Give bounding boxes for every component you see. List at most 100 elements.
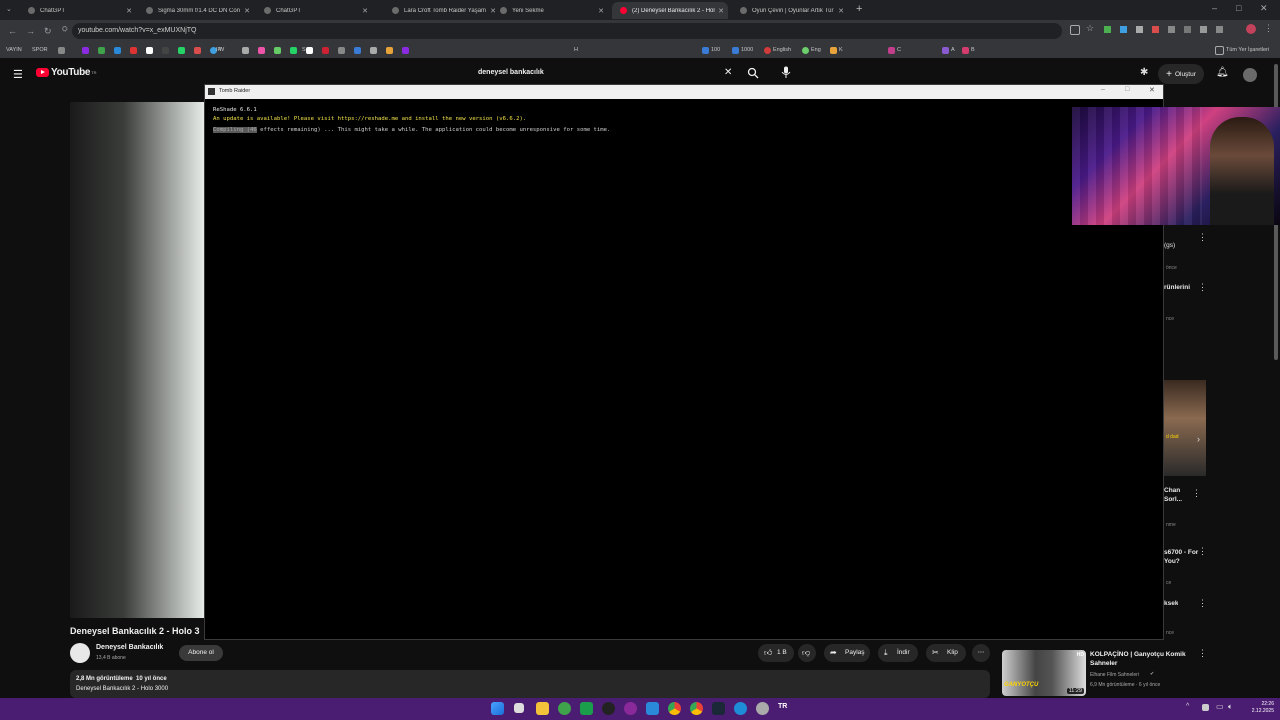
clear-search-icon[interactable]: ✕	[724, 67, 732, 78]
more-options-icon[interactable]: ⋮	[1198, 233, 1207, 242]
chrome-profile-icon[interactable]	[690, 702, 703, 715]
tab-search-icon[interactable]: ⌄	[6, 5, 12, 13]
browser-tab[interactable]: (2) Deneysel Bankacılık 2 - Hol ✕	[612, 2, 728, 19]
download-button[interactable]: ⤓ İndir	[878, 644, 918, 662]
bookmark-100[interactable]: 100	[702, 45, 720, 55]
bookmark-favicon-icon[interactable]	[98, 45, 105, 55]
sidebar-thumb[interactable]	[1164, 380, 1206, 476]
clip-button[interactable]: ✂ Klip	[926, 644, 966, 662]
voice-search-icon[interactable]	[781, 66, 791, 79]
extension-gear-icon[interactable]: ✱	[1140, 67, 1148, 78]
extension-icon-2[interactable]	[1120, 26, 1127, 33]
settings-icon[interactable]	[756, 702, 769, 715]
bookmark-1000[interactable]: 1000	[732, 45, 753, 55]
youtube-logo[interactable]: YouTube TR	[36, 67, 97, 78]
xbox-icon[interactable]	[558, 702, 571, 715]
bookmark-favicon-icon[interactable]	[322, 45, 329, 55]
bookmark-s[interactable]: S	[302, 45, 306, 55]
bookmark-favicon-icon[interactable]	[242, 45, 249, 55]
app-icon-blue[interactable]	[646, 702, 659, 715]
extension-icon-5[interactable]	[1168, 26, 1175, 33]
reload-icon[interactable]: ↻	[44, 26, 52, 37]
volume-icon[interactable]: 🔈︎	[1228, 702, 1233, 712]
bookmark-favicon-icon[interactable]	[402, 45, 409, 55]
hamburger-menu-icon[interactable]: ☰	[13, 68, 23, 81]
bookmark-h[interactable]: H	[574, 45, 578, 55]
tray-chevron-icon[interactable]: ^	[1186, 703, 1189, 710]
maximize-button[interactable]: □	[1236, 3, 1241, 13]
clock[interactable]: 22:26 2.12.2025	[1240, 701, 1274, 715]
extension-icon-8[interactable]	[1216, 26, 1223, 33]
tab-close-icon[interactable]: ✕	[836, 7, 846, 15]
rec-video-title[interactable]: KOLPAÇİNO | Ganyotçu Komik Sahneler	[1090, 650, 1190, 668]
tab-close-icon[interactable]: ✕	[242, 7, 252, 15]
bookmark-favicon-icon[interactable]	[258, 45, 265, 55]
bookmark-favicon-icon[interactable]	[114, 45, 121, 55]
bookmark-favicon-icon[interactable]	[82, 45, 89, 55]
media-player-icon[interactable]	[580, 702, 593, 715]
tab-close-icon[interactable]: ✕	[360, 7, 370, 15]
browser-tab[interactable]: ChatGPT ✕	[256, 2, 372, 19]
task-view-icon[interactable]	[514, 703, 524, 713]
more-options-icon[interactable]: ⋮	[1198, 283, 1207, 292]
start-menu-icon[interactable]	[491, 702, 504, 715]
like-button[interactable]: 👍︎ 1 B	[758, 644, 794, 662]
bookmark-favicon-icon[interactable]	[370, 45, 377, 55]
bookmark-favicon-icon[interactable]	[306, 45, 313, 55]
bookmark-favicon-icon[interactable]	[130, 45, 137, 55]
extension-icon-7[interactable]	[1200, 26, 1207, 33]
bookmark-favicon-icon[interactable]	[146, 45, 153, 55]
bookmark-spor[interactable]: SPOR	[32, 45, 48, 55]
bookmark-favicon-icon[interactable]	[290, 45, 297, 55]
window-maximize-button[interactable]: □	[1125, 86, 1129, 93]
bookmark-favicon-icon[interactable]	[354, 45, 361, 55]
site-info-icon[interactable]: ⛭	[62, 26, 68, 34]
video-player-area[interactable]	[70, 102, 204, 618]
account-avatar[interactable]	[1243, 68, 1257, 82]
bookmark-favicon-icon[interactable]	[194, 45, 201, 55]
bookmark-favicon-icon[interactable]	[274, 45, 281, 55]
search-input[interactable]: deneysel bankacılık	[478, 69, 544, 76]
more-options-icon[interactable]: ⋮	[1198, 547, 1207, 556]
bookmark-favicon-icon[interactable]	[162, 45, 169, 55]
network-icon[interactable]: ▭	[1216, 702, 1224, 711]
chevron-right-icon[interactable]: ›	[1197, 434, 1200, 444]
tab-close-icon[interactable]: ✕	[596, 7, 606, 15]
more-options-icon[interactable]: ⋮	[1198, 649, 1207, 658]
bookmark-vayin[interactable]: VAYIN	[6, 45, 22, 55]
more-options-icon[interactable]: ⋮	[1192, 489, 1201, 498]
browser-tab[interactable]: Yeni Sekme ✕	[492, 2, 608, 19]
tab-close-icon[interactable]: ✕	[124, 7, 134, 15]
notifications-icon[interactable]: 🔔︎	[1216, 67, 1229, 78]
search-box[interactable]: deneysel bankacılık ✕	[470, 64, 742, 84]
file-explorer-icon[interactable]	[536, 702, 549, 715]
steam-icon[interactable]	[712, 702, 725, 715]
bookmark-ip[interactable]: IP	[216, 45, 221, 55]
close-window-button[interactable]: ✕	[1260, 3, 1268, 14]
bookmark-a[interactable]: A	[942, 45, 955, 55]
extension-icon-4[interactable]	[1152, 26, 1159, 33]
rec-video-channel[interactable]: Elhane Film Sahneleri	[1090, 672, 1139, 678]
chrome-icon[interactable]	[668, 702, 681, 715]
tomb-raider-taskbar-icon[interactable]: TR	[778, 703, 787, 710]
more-options-icon[interactable]: ⋮	[1198, 599, 1207, 608]
channel-name[interactable]: Deneysel Bankacılık	[96, 644, 163, 651]
extension-icon-3[interactable]	[1136, 26, 1143, 33]
bookmark-english[interactable]: English	[764, 45, 791, 55]
dislike-button[interactable]: 👎︎	[798, 644, 816, 662]
bookmark-eng[interactable]: Eng	[802, 45, 821, 55]
new-tab-button[interactable]: +	[856, 3, 862, 15]
url-input[interactable]: youtube.com/watch?v=x_exMUXNjTQ	[72, 23, 1062, 39]
create-button[interactable]: + Oluştur	[1158, 64, 1204, 84]
more-actions-button[interactable]: ⋯	[972, 644, 990, 662]
tomb-raider-window[interactable]: Tomb Raider – □ ✕ ReShade 6.6.1 An updat…	[204, 84, 1164, 640]
forward-icon[interactable]: →	[26, 26, 35, 36]
search-icon[interactable]	[747, 67, 759, 79]
rec-video-thumbnail[interactable]: HD GANYOTÇU 11:29	[1002, 650, 1086, 696]
menu-icon[interactable]: ⋮	[1264, 23, 1273, 34]
bookmark-k[interactable]: K	[830, 45, 843, 55]
bookmark-favicon-icon[interactable]	[178, 45, 185, 55]
app-icon-purple[interactable]	[624, 702, 637, 715]
star-icon[interactable]: ☆	[1086, 23, 1094, 34]
install-icon[interactable]	[1070, 25, 1080, 35]
